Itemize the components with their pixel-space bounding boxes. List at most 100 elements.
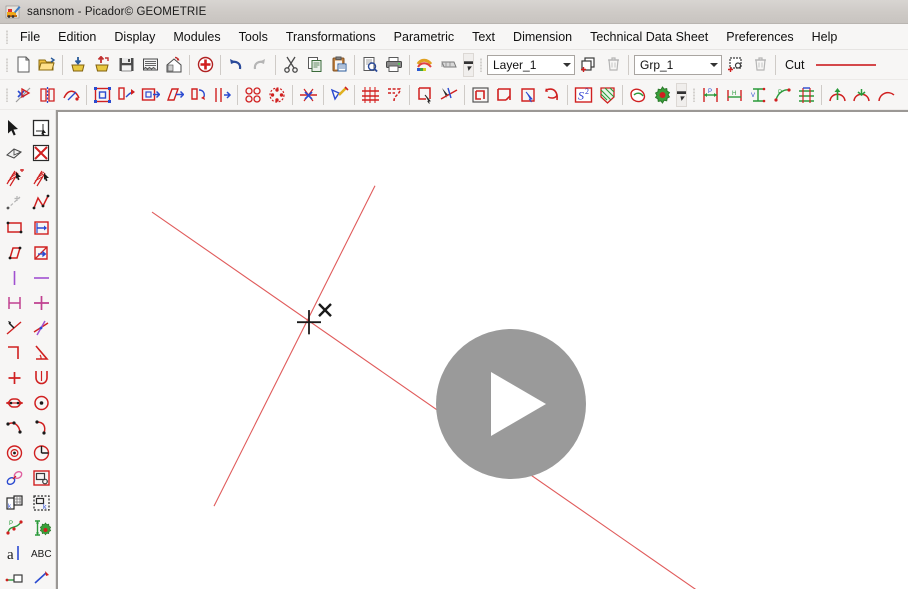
tool-line-between[interactable] [2, 290, 27, 315]
break-curve-icon[interactable] [59, 83, 83, 107]
curve-edit-icon[interactable] [540, 83, 564, 107]
extend-icon[interactable] [516, 83, 540, 107]
tool-oblong[interactable] [2, 390, 27, 415]
tool-rectangle[interactable] [2, 215, 27, 240]
menubar-grip[interactable] [2, 27, 11, 47]
menu-dimension[interactable]: Dimension [504, 27, 581, 47]
tool-trapezoid[interactable] [29, 240, 54, 265]
group-combo[interactable]: Grp_1 [634, 54, 722, 75]
tool-delete-all[interactable] [29, 140, 54, 165]
import-icon[interactable] [66, 53, 90, 77]
magic-wand-icon[interactable] [327, 83, 351, 107]
tool-dim-settings[interactable] [29, 515, 54, 540]
mirror-trim-icon[interactable] [35, 83, 59, 107]
construction-line-2[interactable] [213, 185, 376, 507]
tool-slot[interactable] [29, 365, 54, 390]
tool-spline[interactable]: P [2, 515, 27, 540]
dim-baseline-icon[interactable] [794, 83, 818, 107]
tool-rectangle-center[interactable] [29, 215, 54, 240]
tool-cross-axes[interactable] [29, 290, 54, 315]
tool-text-cursor[interactable]: a [2, 540, 27, 565]
tool-point[interactable] [2, 190, 27, 215]
geometry-toolbar-overflow-button[interactable]: ▬ ▾ [676, 82, 687, 107]
tool-line-perpendicular[interactable] [29, 315, 54, 340]
scale-box-icon[interactable] [90, 83, 114, 107]
menu-display[interactable]: Display [105, 27, 164, 47]
tool-pick-element[interactable] [29, 165, 54, 190]
rotate-copy-icon[interactable] [186, 83, 210, 107]
plot-colors-icon[interactable] [413, 53, 437, 77]
menu-transformations[interactable]: Transformations [277, 27, 385, 47]
menu-help[interactable]: Help [803, 27, 847, 47]
snap-corner-icon[interactable] [413, 83, 437, 107]
snap-point-icon[interactable] [437, 83, 461, 107]
menu-text[interactable]: Text [463, 27, 504, 47]
undo-icon[interactable] [224, 53, 248, 77]
save-home-icon[interactable] [162, 53, 186, 77]
cut-icon[interactable] [279, 53, 303, 77]
dim-angle-icon[interactable] [849, 83, 873, 107]
geometry-toolbar-grip[interactable] [2, 85, 11, 105]
translate-icon[interactable] [138, 83, 162, 107]
save-as-icon[interactable] [138, 53, 162, 77]
dim-arrow-up-icon[interactable] [825, 83, 849, 107]
intersect-icon[interactable] [296, 83, 320, 107]
tool-vertical-line[interactable] [2, 265, 27, 290]
tool-image-frame[interactable] [29, 465, 54, 490]
main-toolbar-grip[interactable] [2, 55, 11, 75]
tool-eraser[interactable] [2, 140, 27, 165]
tool-leader[interactable] [2, 565, 27, 589]
array-scatter-icon[interactable] [265, 83, 289, 107]
array-circular-icon[interactable] [241, 83, 265, 107]
tool-block-edit[interactable]: k [29, 490, 54, 515]
tool-corner-line[interactable] [2, 340, 27, 365]
fillet-square-icon[interactable] [468, 83, 492, 107]
shear-icon[interactable] [162, 83, 186, 107]
paste-icon[interactable] [327, 53, 351, 77]
hatch-fill-icon[interactable] [595, 83, 619, 107]
tool-pie-arc[interactable] [29, 440, 54, 465]
dim-parallel-icon[interactable]: P [770, 83, 794, 107]
tool-horizontal-line[interactable] [29, 265, 54, 290]
redo-icon[interactable] [248, 53, 272, 77]
tool-select-arrow[interactable] [2, 115, 27, 140]
menu-modules[interactable]: Modules [164, 27, 229, 47]
dim-horizontal-h-icon[interactable]: H [722, 83, 746, 107]
tool-ellipse[interactable] [2, 465, 27, 490]
video-play-button[interactable] [436, 329, 586, 479]
offset-icon[interactable] [210, 83, 234, 107]
menu-file[interactable]: File [11, 27, 49, 47]
add-layer-icon[interactable] [577, 53, 601, 77]
menu-tools[interactable]: Tools [230, 27, 277, 47]
tool-text-abc[interactable]: ABC [29, 540, 54, 565]
open-folder-icon[interactable] [35, 53, 59, 77]
tool-angle-line[interactable] [29, 340, 54, 365]
tool-circle-center[interactable] [29, 390, 54, 415]
print-preview-icon[interactable] [358, 53, 382, 77]
tool-arc-tangent[interactable] [29, 415, 54, 440]
tool-arc-3pt[interactable] [2, 415, 27, 440]
tool-plus-point[interactable] [2, 365, 27, 390]
save-icon[interactable] [114, 53, 138, 77]
chevron-down-icon[interactable] [559, 56, 574, 74]
dimension-toolbar-grip[interactable] [689, 85, 698, 105]
print-icon[interactable] [382, 53, 406, 77]
line-style-preview[interactable] [816, 63, 877, 66]
construction-line-1[interactable] [151, 211, 698, 589]
plotter-icon[interactable] [437, 53, 461, 77]
layer-toolbar-grip[interactable] [476, 55, 485, 75]
export-icon[interactable] [90, 53, 114, 77]
copy-icon[interactable] [303, 53, 327, 77]
tool-marker[interactable] [29, 565, 54, 589]
menu-technical-data-sheet[interactable]: Technical Data Sheet [581, 27, 717, 47]
tool-circle-dot[interactable] [2, 440, 27, 465]
menu-preferences[interactable]: Preferences [717, 27, 802, 47]
delete-layer-trash-icon[interactable] [601, 53, 625, 77]
trim-icon[interactable] [11, 83, 35, 107]
layer-combo[interactable]: Layer_1 [487, 54, 575, 75]
tool-add-element[interactable] [2, 165, 27, 190]
hatch-curve-icon[interactable] [382, 83, 406, 107]
toolbar-overflow-button[interactable]: ▬ ▾ [463, 52, 474, 77]
tool-line-angle[interactable] [2, 315, 27, 340]
tool-block-insert[interactable]: k [2, 490, 27, 515]
